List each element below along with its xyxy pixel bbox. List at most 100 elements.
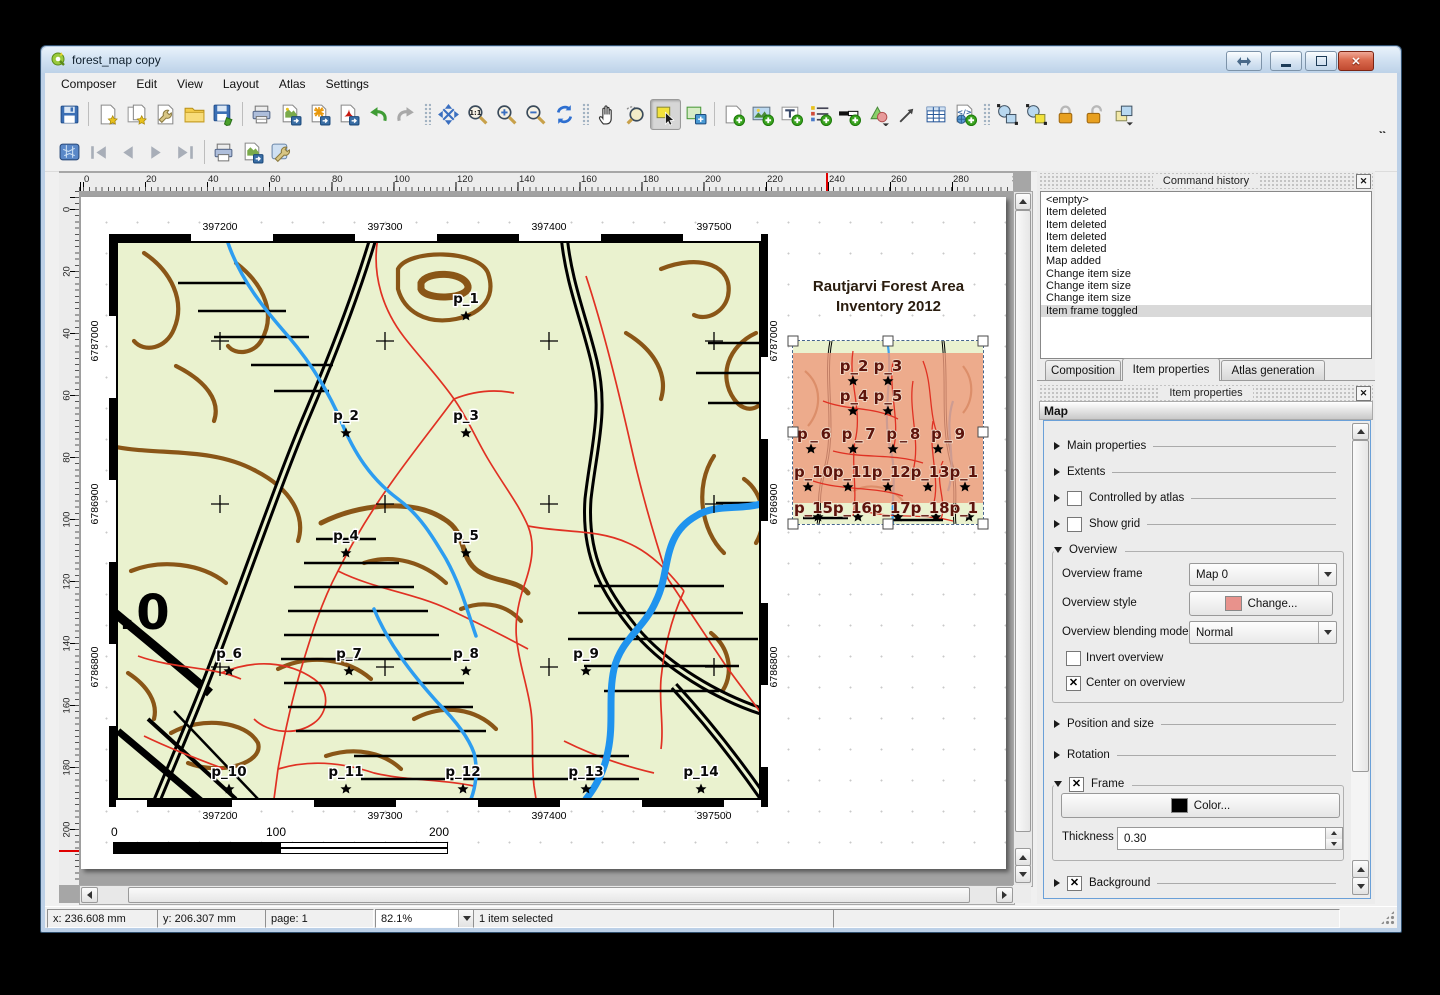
add-scalebar-button[interactable]	[835, 100, 864, 129]
redo-button[interactable]	[392, 100, 421, 129]
list-item[interactable]: Item deleted	[1041, 243, 1371, 255]
vertical-scroll-thumb[interactable]	[1352, 440, 1369, 772]
scroll-right-button[interactable]	[996, 887, 1013, 903]
command-history-titlebar[interactable]: Command history ✕	[1039, 173, 1373, 189]
thickness-spinbox[interactable]: 0.30	[1117, 827, 1343, 850]
print-atlas-button[interactable]	[209, 138, 238, 167]
list-item[interactable]: Map added	[1041, 255, 1371, 267]
list-item-selected[interactable]: Item frame toggled	[1041, 305, 1371, 317]
section-controlled-by-atlas[interactable]: Controlled by atlas	[1054, 491, 1336, 505]
export-as-image-button[interactable]	[276, 100, 305, 129]
section-main-properties[interactable]: Main properties	[1054, 439, 1336, 453]
selection-handle-e[interactable]	[978, 427, 989, 438]
frame-checkbox[interactable]	[1069, 777, 1084, 792]
list-item[interactable]: Item deleted	[1041, 206, 1371, 218]
list-item[interactable]: Item deleted	[1041, 219, 1371, 231]
add-new-map-button[interactable]	[719, 100, 748, 129]
center-on-overview-checkbox[interactable]	[1066, 676, 1081, 691]
item-properties-titlebar[interactable]: Item properties ✕	[1039, 385, 1373, 401]
window-resize-grip[interactable]	[1380, 910, 1395, 925]
lock-items-button[interactable]	[1051, 100, 1080, 129]
menu-composer[interactable]: Composer	[51, 75, 126, 93]
save-as-template-button[interactable]	[209, 100, 238, 129]
export-as-svg-button[interactable]	[305, 100, 334, 129]
add-shape-button[interactable]	[864, 100, 893, 129]
print-button[interactable]	[247, 100, 276, 129]
export-as-pdf-button[interactable]	[334, 100, 363, 129]
minimize-button[interactable]	[1270, 51, 1302, 71]
composition-manager-button[interactable]	[151, 100, 180, 129]
overview-style-change-button[interactable]: Change...	[1189, 591, 1333, 616]
composition-title[interactable]: Rautjarvi Forest Area Inventory 2012	[796, 277, 981, 316]
section-rotation[interactable]: Rotation	[1054, 748, 1336, 762]
section-show-grid[interactable]: Show grid	[1054, 517, 1336, 531]
add-html-frame-button[interactable]: </>	[951, 100, 980, 129]
zoom-out-button[interactable]	[521, 100, 550, 129]
refresh-view-button[interactable]	[550, 100, 579, 129]
background-checkbox[interactable]	[1067, 876, 1082, 891]
maximize-button[interactable]	[1305, 51, 1337, 71]
preview-atlas-button[interactable]	[55, 138, 84, 167]
atlas-settings-button[interactable]	[267, 138, 296, 167]
add-arrow-button[interactable]	[893, 100, 922, 129]
selection-handle-nw[interactable]	[788, 336, 799, 347]
zoom-tool-button[interactable]	[621, 100, 650, 129]
duplicate-composition-button[interactable]	[122, 100, 151, 129]
panel-vertical-scrollbar[interactable]	[1351, 423, 1368, 894]
section-extents[interactable]: Extents	[1054, 465, 1336, 479]
zoom-actual-size-button[interactable]: 1:1	[463, 100, 492, 129]
selection-handle-ne[interactable]	[978, 336, 989, 347]
tab-item-properties[interactable]: Item properties	[1122, 358, 1220, 381]
close-icon[interactable]: ✕	[1356, 386, 1371, 401]
list-item[interactable]: Change item size	[1041, 268, 1371, 280]
toolbar-handle[interactable]	[582, 103, 589, 125]
horizontal-scroll-thumb[interactable]	[128, 887, 970, 903]
menu-layout[interactable]: Layout	[213, 75, 269, 93]
list-item[interactable]: <empty>	[1041, 194, 1371, 206]
add-label-button[interactable]	[777, 100, 806, 129]
canvas-vertical-scrollbar[interactable]	[1013, 191, 1033, 887]
list-item[interactable]: Change item size	[1041, 292, 1371, 304]
section-background[interactable]: Background	[1054, 876, 1336, 890]
scroll-up-button-2[interactable]	[1352, 860, 1369, 878]
scroll-left-button[interactable]	[81, 887, 98, 903]
scroll-up-button-2[interactable]	[1015, 848, 1031, 866]
new-composition-button[interactable]	[93, 100, 122, 129]
blending-mode-combo[interactable]: Normal	[1189, 621, 1337, 644]
raise-items-button[interactable]	[1109, 100, 1138, 129]
menu-atlas[interactable]: Atlas	[269, 75, 316, 93]
group-items-button[interactable]	[993, 100, 1022, 129]
pan-tool-button[interactable]	[592, 100, 621, 129]
scroll-down-button[interactable]	[1352, 877, 1369, 895]
menu-settings[interactable]: Settings	[316, 75, 379, 93]
export-atlas-button[interactable]	[238, 138, 267, 167]
section-overview[interactable]: Overview	[1054, 543, 1125, 557]
select-move-item-button[interactable]	[650, 99, 681, 130]
move-item-content-button[interactable]	[681, 100, 710, 129]
selection-handle-s[interactable]	[883, 519, 894, 530]
overview-map-item[interactable]: p_2 p_3 p_4 p_5 p_6 p_7 p_8 p_9 p_10p_11…	[793, 341, 983, 524]
section-position-and-size[interactable]: Position and size	[1054, 717, 1336, 731]
zoom-level-combo[interactable]: 82.1%	[375, 909, 476, 928]
selection-handle-w[interactable]	[788, 427, 799, 438]
selection-handle-sw[interactable]	[788, 519, 799, 530]
next-feature-button[interactable]	[142, 138, 171, 167]
vertical-scroll-thumb[interactable]	[1015, 210, 1031, 832]
scalebar-item[interactable]: 0 100 200 m	[111, 825, 456, 857]
map-item[interactable]: .0 p_1 p_2 p_3 p_4	[109, 234, 768, 807]
command-history-list[interactable]: <empty> Item deleted Item deleted Item d…	[1040, 191, 1372, 359]
detach-window-button[interactable]	[1226, 51, 1262, 71]
selection-handle-se[interactable]	[978, 519, 989, 530]
ungroup-items-button[interactable]	[1022, 100, 1051, 129]
zoom-in-button[interactable]	[492, 100, 521, 129]
overview-frame-combo[interactable]: Map 0	[1189, 563, 1337, 586]
frame-color-button[interactable]: Color...	[1061, 793, 1340, 818]
close-button[interactable]: ✕	[1338, 51, 1374, 71]
unlock-items-button[interactable]	[1080, 100, 1109, 129]
scroll-down-button[interactable]	[1015, 865, 1031, 883]
scroll-up-button[interactable]	[1352, 423, 1369, 440]
list-item[interactable]: Change item size	[1041, 280, 1371, 292]
menu-edit[interactable]: Edit	[126, 75, 167, 93]
paper-sheet[interactable]: 397200 397300 397400 397500 397200 39730…	[81, 197, 1006, 869]
previous-feature-button[interactable]	[113, 138, 142, 167]
